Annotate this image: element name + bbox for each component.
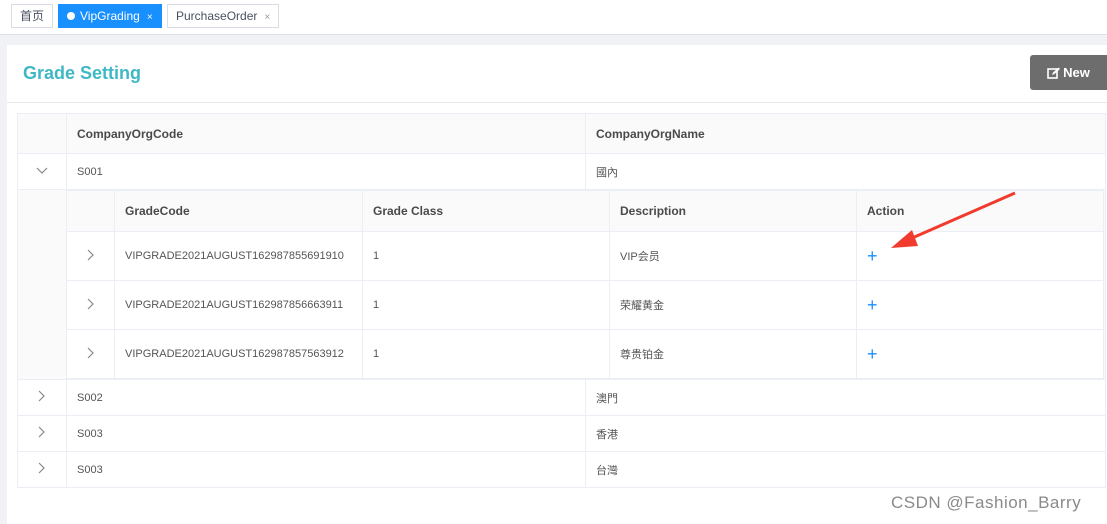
company-table: CompanyOrgCode CompanyOrgName S001 國內 Gr… bbox=[17, 113, 1106, 488]
action-cell: + bbox=[856, 329, 1104, 379]
column-header-description[interactable]: Description bbox=[609, 190, 857, 232]
column-header-companyorgname[interactable]: CompanyOrgName bbox=[585, 113, 1106, 154]
watermark: CSDN @Fashion_Barry bbox=[891, 493, 1082, 512]
grade-code-cell: VIPGRADE2021AUGUST162987856663911 bbox=[114, 280, 363, 330]
expand-chevron-icon[interactable] bbox=[17, 415, 67, 452]
company-code-cell: S003 bbox=[66, 415, 586, 452]
table-header-row: CompanyOrgCode CompanyOrgName bbox=[17, 113, 1106, 154]
page-title: Grade Setting bbox=[23, 63, 142, 83]
description-cell: 荣耀黄金 bbox=[609, 280, 857, 330]
tabs-bar: 首页 VipGrading × PurchaseOrder × bbox=[0, 0, 1107, 35]
add-icon[interactable]: + bbox=[867, 295, 878, 315]
company-code-cell: S003 bbox=[66, 451, 586, 488]
grade-class-cell: 1 bbox=[362, 280, 610, 330]
expand-chevron-icon[interactable] bbox=[17, 379, 67, 416]
new-button[interactable]: New bbox=[1030, 55, 1107, 90]
active-dot-icon bbox=[67, 12, 75, 20]
description-cell: VIP会员 bbox=[609, 231, 857, 281]
grade-class-cell: 1 bbox=[362, 231, 610, 281]
table-row: VIPGRADE2021AUGUST162987857563912 1 尊贵铂金… bbox=[66, 329, 1104, 379]
company-name-cell: 台灣 bbox=[585, 451, 1106, 488]
company-name-cell: 香港 bbox=[585, 415, 1106, 452]
action-cell: + bbox=[856, 231, 1104, 281]
tab-close-icon[interactable]: × bbox=[264, 12, 270, 23]
column-header-gradecode[interactable]: GradeCode bbox=[114, 190, 363, 232]
tab-vipgrading[interactable]: VipGrading × bbox=[58, 4, 162, 28]
table-row: S003 台灣 bbox=[17, 451, 1106, 488]
expand-chevron-icon[interactable] bbox=[66, 231, 115, 281]
grade-code-cell: VIPGRADE2021AUGUST162987857563912 bbox=[114, 329, 363, 379]
tab-vipgrading-label: VipGrading bbox=[80, 9, 140, 23]
table-row: S003 香港 bbox=[17, 415, 1106, 452]
edit-icon bbox=[1047, 67, 1061, 79]
add-icon[interactable]: + bbox=[867, 246, 878, 266]
description-cell: 尊贵铂金 bbox=[609, 329, 857, 379]
expand-header bbox=[17, 113, 67, 154]
divider bbox=[7, 102, 1107, 103]
grade-code-cell: VIPGRADE2021AUGUST162987855691910 bbox=[114, 231, 363, 281]
table-row: VIPGRADE2021AUGUST162987855691910 1 VIP会… bbox=[66, 231, 1104, 281]
table-row: S002 澳門 bbox=[17, 379, 1106, 416]
new-button-label: New bbox=[1063, 65, 1090, 80]
collapse-chevron-icon[interactable] bbox=[17, 153, 67, 190]
column-header-companyorgcode[interactable]: CompanyOrgCode bbox=[66, 113, 586, 154]
add-icon[interactable]: + bbox=[867, 344, 878, 364]
company-code-cell: S002 bbox=[66, 379, 586, 416]
company-name-cell: 國內 bbox=[585, 153, 1106, 190]
expanded-row: GradeCode Grade Class Description Action… bbox=[17, 189, 1106, 380]
column-header-action: Action bbox=[856, 190, 1104, 232]
tab-home[interactable]: 首页 bbox=[11, 4, 53, 28]
table-row: VIPGRADE2021AUGUST162987856663911 1 荣耀黄金… bbox=[66, 280, 1104, 330]
nested-table-container: GradeCode Grade Class Description Action… bbox=[17, 189, 1106, 380]
tab-home-label: 首页 bbox=[20, 9, 45, 23]
table-header-row: GradeCode Grade Class Description Action bbox=[66, 190, 1104, 232]
tab-purchaseorder[interactable]: PurchaseOrder × bbox=[167, 4, 279, 28]
expand-chevron-icon[interactable] bbox=[17, 451, 67, 488]
company-code-cell: S001 bbox=[66, 153, 586, 190]
tab-close-icon[interactable]: × bbox=[147, 12, 153, 23]
expand-chevron-icon[interactable] bbox=[66, 280, 115, 330]
company-name-cell: 澳門 bbox=[585, 379, 1106, 416]
expand-chevron-icon[interactable] bbox=[66, 329, 115, 379]
expand-header bbox=[66, 190, 115, 232]
column-header-grade-class[interactable]: Grade Class bbox=[362, 190, 610, 232]
tab-purchaseorder-label: PurchaseOrder bbox=[176, 9, 258, 23]
grade-table: GradeCode Grade Class Description Action… bbox=[66, 190, 1104, 379]
action-cell: + bbox=[856, 280, 1104, 330]
grade-class-cell: 1 bbox=[362, 329, 610, 379]
table-row: S001 國內 bbox=[17, 153, 1106, 190]
